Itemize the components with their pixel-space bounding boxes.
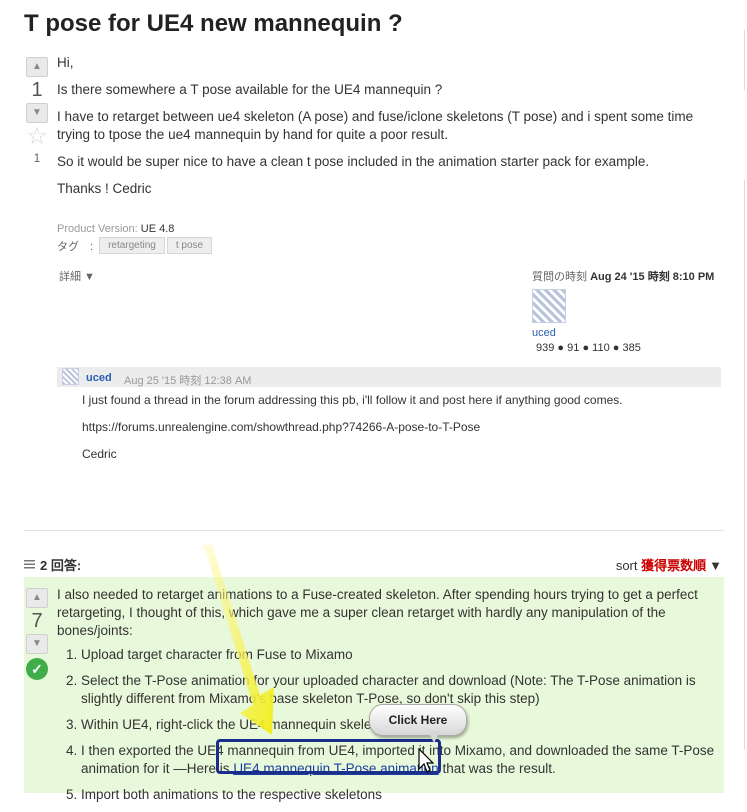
question-paragraph: Hi, <box>57 55 74 70</box>
upvote-button[interactable]: ▲ <box>26 588 48 608</box>
arrow-up-icon: ▲ <box>32 592 42 603</box>
question-paragraph: Thanks ! Cedric <box>57 181 152 196</box>
answer-vote-count: 7 <box>31 610 43 632</box>
tag-t-pose[interactable]: t pose <box>166 237 213 254</box>
click-here-callout[interactable]: Click Here <box>369 704 467 736</box>
comment-line: I just found a thread in the forum addre… <box>82 393 623 407</box>
question-body: Hi, Is there somewhere a T pose availabl… <box>57 54 727 207</box>
author-reputation: 939 ● 91 ● 110 ● 385 <box>536 342 641 354</box>
asked-info: 質問の時刻 Aug 24 '15 時刻 8:10 PM <box>532 268 714 284</box>
bullet-icon: ● <box>612 342 620 354</box>
downvote-button[interactable]: ▼ <box>26 634 48 654</box>
comment-body: I just found a thread in the forum addre… <box>82 392 722 473</box>
answer-step: Import both animations to the respective… <box>81 786 722 804</box>
asked-label: 質問の時刻 <box>532 271 587 283</box>
product-version: Product Version: UE 4.8 <box>57 223 174 235</box>
comment-author[interactable]: uced <box>86 372 112 384</box>
highlight-box <box>216 739 441 774</box>
reputation-score: 939 <box>536 342 555 354</box>
bullet-icon: ● <box>582 342 590 354</box>
sort-value: 獲得票数順 <box>641 558 707 573</box>
arrow-down-icon: ▼ <box>32 638 42 649</box>
answer-body: I also needed to retarget animations to … <box>57 586 722 812</box>
question-paragraph: Is there somewhere a T pose available fo… <box>57 82 443 97</box>
author-name[interactable]: uced <box>532 327 556 339</box>
bullet-icon: ● <box>557 342 565 354</box>
divider <box>24 530 724 531</box>
asked-time: Aug 24 '15 時刻 8:10 PM <box>590 271 715 283</box>
sort-label: sort <box>615 558 638 573</box>
tags-row: タグ : retargeting t pose <box>57 237 213 254</box>
gold-badge-count: 91 <box>567 342 580 354</box>
answer-step: Select the T-Pose animation for your upl… <box>81 672 722 708</box>
answer-vote-column: ▲ 7 ▼ ✓ <box>25 588 49 680</box>
page-title: T pose for UE4 new mannequin ? <box>24 10 403 37</box>
comment-date: Aug 25 '15 時刻 12:38 AM <box>124 375 252 387</box>
comment-line: Cedric <box>82 447 117 461</box>
question-vote-count: 1 <box>31 79 43 101</box>
caret-down-icon: ▼ <box>709 558 722 573</box>
favorite-count: 1 <box>33 151 41 165</box>
callout-tail <box>428 731 440 743</box>
pointer-arrow-icon <box>202 545 274 735</box>
tag-retargeting[interactable]: retargeting <box>99 237 165 254</box>
step-text: that was the result. <box>438 761 556 776</box>
tags-label: タグ : <box>57 240 94 253</box>
scroll-edge <box>744 180 745 750</box>
answers-header: 2 回答: <box>24 555 81 574</box>
answer-step: Upload target character from Fuse to Mix… <box>81 646 722 664</box>
details-toggle[interactable]: 詳細 ▼ <box>59 268 95 284</box>
bronze-badge-count: 385 <box>622 342 641 354</box>
accepted-check-icon: ✓ <box>26 658 48 680</box>
question-paragraph: So it would be super nice to have a clea… <box>57 154 650 169</box>
arrow-down-icon: ▼ <box>32 107 42 118</box>
question-paragraph: I have to retarget between ue4 skeleton … <box>57 109 694 142</box>
comment-header: uced Aug 25 '15 時刻 12:38 AM <box>57 367 721 387</box>
scroll-edge <box>744 30 745 90</box>
sort-dropdown[interactable]: sort 獲得票数順 ▼ <box>616 555 722 574</box>
answers-count: 2 回答: <box>40 558 82 573</box>
arrow-up-icon: ▲ <box>32 61 42 72</box>
product-version-value: UE 4.8 <box>140 223 175 235</box>
question-vote-column: ▲ 1 ▼ ☆ 1 <box>25 57 49 165</box>
answer-intro: I also needed to retarget animations to … <box>57 587 698 638</box>
mouse-cursor-icon <box>418 748 434 773</box>
list-icon <box>24 560 35 569</box>
avatar[interactable] <box>62 368 79 385</box>
comment-link[interactable]: https://forums.unrealengine.com/showthre… <box>82 419 722 436</box>
silver-badge-count: 110 <box>592 342 610 354</box>
downvote-button[interactable]: ▼ <box>26 103 48 123</box>
product-version-label: Product Version: <box>57 223 138 235</box>
avatar[interactable] <box>532 289 566 323</box>
upvote-button[interactable]: ▲ <box>26 57 48 77</box>
favorite-star-icon[interactable]: ☆ <box>25 125 49 149</box>
